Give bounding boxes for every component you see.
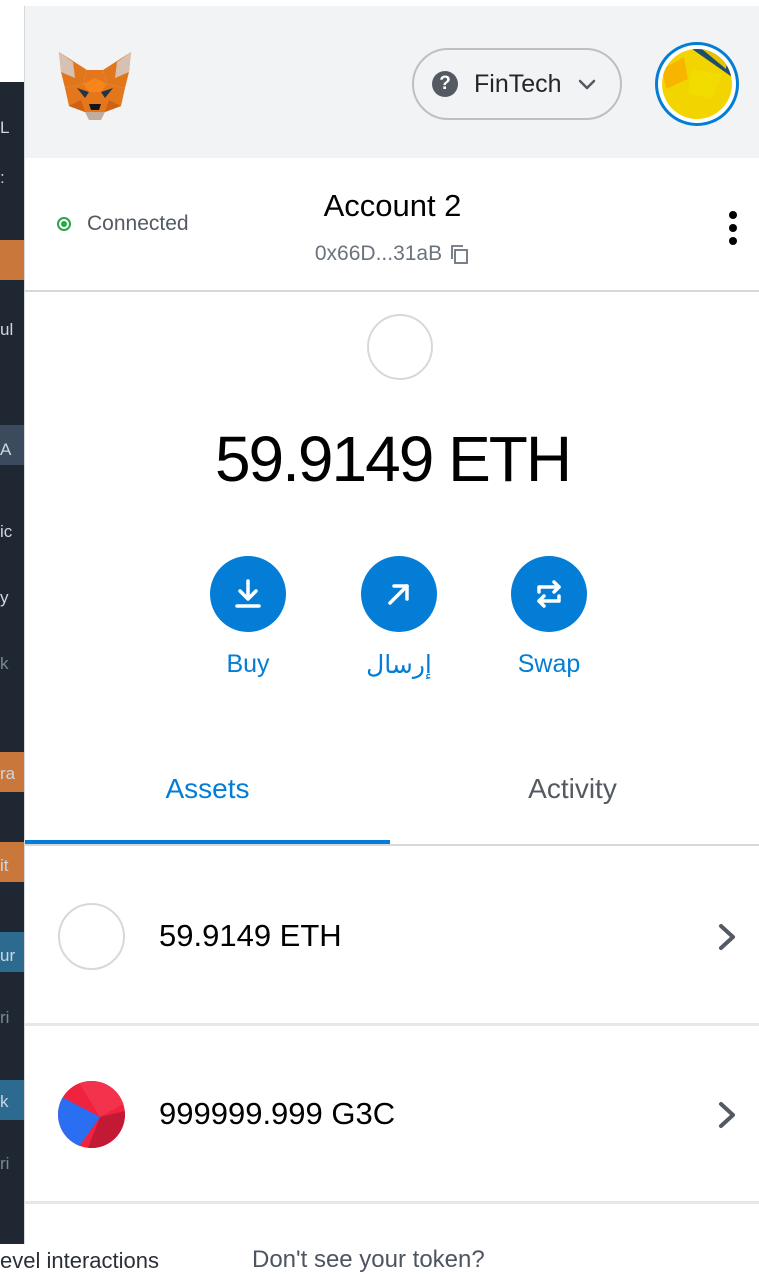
asset-amount: 59.9149 ETH [159, 918, 342, 953]
menu-dot [729, 224, 737, 232]
bg-text: : [0, 168, 5, 187]
asset-row-eth[interactable]: 59.9149 ETH [25, 848, 759, 1026]
bg-text: ur [0, 946, 16, 965]
bg-dont-see-token-link[interactable]: Don't see your token? [252, 1246, 485, 1274]
account-identicon [662, 49, 732, 119]
bg-text: it [0, 856, 9, 875]
background-top [0, 0, 24, 82]
buy-label: Buy [226, 650, 270, 678]
arrow-up-right-icon [361, 556, 437, 632]
account-address-button[interactable]: 0x66D...31aB [25, 242, 759, 266]
network-label: FinTech [474, 69, 562, 98]
bg-text: L [0, 118, 10, 137]
bg-text: ri [0, 1154, 10, 1173]
chevron-right-icon [715, 1098, 739, 1132]
metamask-fox-icon[interactable] [55, 48, 135, 123]
bg-orange-chip [0, 240, 24, 280]
send-label: إرسال [366, 651, 432, 679]
menu-dot [729, 211, 737, 219]
bg-text: ri [0, 1008, 10, 1027]
account-name: Account 2 [323, 188, 462, 223]
question-circle-icon: ? [432, 71, 458, 97]
tab-bar: Assets Activity [25, 734, 759, 846]
network-selector-button[interactable]: ? FinTech [412, 48, 622, 120]
swap-label: Swap [517, 650, 581, 678]
balance-amount: 59.9149 ETH [214, 423, 572, 495]
tab-assets[interactable]: Assets [25, 734, 390, 844]
swap-icon [511, 556, 587, 632]
account-options-menu-button[interactable] [721, 208, 745, 248]
chevron-right-icon [715, 920, 739, 954]
eth-token-icon [367, 314, 433, 380]
wallet-popup: ? FinTech Connected Account 2 0x66D...31… [24, 6, 759, 1244]
copy-icon [448, 243, 470, 265]
account-bar: Connected Account 2 0x66D...31aB [25, 158, 759, 292]
menu-dot [729, 237, 737, 245]
eth-token-icon [58, 903, 125, 970]
background-bottom: evel interactions Don't see your token? [0, 1244, 759, 1274]
bg-text: A [0, 440, 12, 459]
background-page-strip: L : ul A ic y k ra it ur ri k ri [0, 0, 24, 1274]
bg-text: k [0, 654, 9, 673]
asset-row-g3c[interactable]: 999999.999 G3C [25, 1026, 759, 1204]
chevron-down-icon [576, 73, 598, 95]
bg-text: y [0, 588, 9, 607]
buy-button[interactable]: Buy [193, 556, 303, 679]
download-icon [210, 556, 286, 632]
swap-button[interactable]: Swap [494, 556, 604, 679]
bg-text: ra [0, 764, 16, 783]
balance-section: 59.9149 ETH Buy إرسال Swap Assets Activi… [25, 294, 759, 846]
bg-text: k [0, 1092, 9, 1111]
send-button[interactable]: إرسال [344, 556, 454, 680]
tab-activity[interactable]: Activity [390, 734, 755, 844]
account-avatar-button[interactable] [655, 42, 739, 126]
asset-amount: 999999.999 G3C [159, 1096, 396, 1131]
bg-bottom-text: evel interactions [0, 1248, 159, 1273]
account-address: 0x66D...31aB [314, 242, 443, 265]
active-tab-indicator [25, 840, 390, 844]
bg-text: ic [0, 522, 13, 541]
bg-text: ul [0, 320, 14, 339]
app-header: ? FinTech [25, 6, 759, 158]
g3c-token-icon [58, 1081, 125, 1148]
